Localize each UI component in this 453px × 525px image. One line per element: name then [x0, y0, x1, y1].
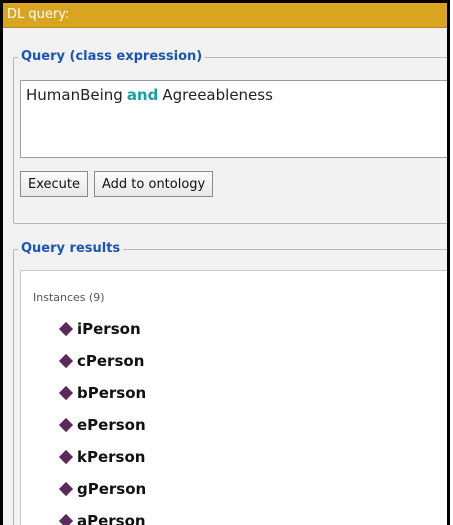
individual-diamond-icon [58, 385, 74, 401]
list-item[interactable]: kPerson [21, 441, 447, 473]
list-item[interactable]: aPerson [21, 505, 447, 525]
list-item-label: ePerson [77, 416, 146, 434]
individual-diamond-icon [58, 417, 74, 433]
instances-list: iPerson cPerson bPerson ePerson kPerson … [21, 313, 447, 525]
instances-section-label: Instances (9) [33, 291, 105, 304]
list-item-label: aPerson [77, 512, 146, 525]
list-item-label: bPerson [77, 384, 147, 402]
expression-class-1: HumanBeing [26, 86, 123, 104]
list-item-label: cPerson [77, 352, 145, 370]
individual-diamond-icon [58, 353, 74, 369]
list-item[interactable]: ePerson [21, 409, 447, 441]
query-expression-editor[interactable]: HumanBeing and Agreeableness [20, 80, 447, 158]
list-item-label: iPerson [77, 320, 141, 338]
list-item-label: gPerson [77, 480, 147, 498]
results-group: Query results Instances (9) iPerson cPer… [13, 240, 447, 525]
results-panel: Instances (9) iPerson cPerson bPerson eP… [20, 270, 447, 525]
individual-diamond-icon [58, 449, 74, 465]
execute-button[interactable]: Execute [20, 171, 88, 197]
query-button-row: Execute Add to ontology [20, 171, 214, 197]
list-item[interactable]: gPerson [21, 473, 447, 505]
list-item[interactable]: cPerson [21, 345, 447, 377]
individual-diamond-icon [58, 513, 74, 525]
panel-title: DL query: [3, 3, 447, 28]
individual-diamond-icon [58, 321, 74, 337]
query-group: Query (class expression) HumanBeing and Ag… [13, 48, 447, 224]
add-to-ontology-button[interactable]: Add to ontology [94, 171, 214, 197]
dl-query-panel: DL query: Query (class expression) Human… [0, 0, 450, 525]
list-item[interactable]: iPerson [21, 313, 447, 345]
query-group-title: Query (class expression) [18, 48, 206, 66]
expression-class-2: Agreeableness [162, 86, 273, 104]
results-group-title: Query results [18, 240, 124, 258]
expression-keyword: and [126, 86, 159, 104]
list-item-label: kPerson [77, 448, 146, 466]
individual-diamond-icon [58, 481, 74, 497]
list-item[interactable]: bPerson [21, 377, 447, 409]
